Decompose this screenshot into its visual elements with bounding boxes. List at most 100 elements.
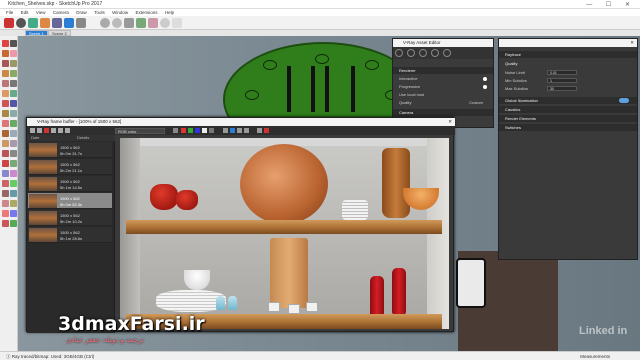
section-plane-icon[interactable]: [2, 200, 9, 207]
color-correction-icon[interactable]: [173, 128, 178, 133]
vray-dome-light-icon[interactable]: [172, 18, 182, 28]
toggle-icon[interactable]: [483, 84, 487, 89]
rendered-image[interactable]: [120, 138, 449, 329]
window-controls[interactable]: — ☐ ✕: [586, 1, 636, 8]
look-around-icon[interactable]: [2, 190, 9, 197]
delete-icon[interactable]: [58, 128, 63, 133]
freehand-icon[interactable]: [10, 60, 17, 67]
gi-toggle[interactable]: [619, 98, 629, 103]
region-render-icon[interactable]: [230, 128, 235, 133]
position-camera-icon[interactable]: [10, 180, 17, 187]
option-quality[interactable]: Quality Custom: [393, 99, 493, 106]
rectangle-tool-icon[interactable]: [40, 18, 50, 28]
orbit-icon[interactable]: [2, 160, 9, 167]
max-subdivs-input[interactable]: 30: [547, 86, 577, 91]
protractor-icon[interactable]: [2, 140, 9, 147]
save-image-icon[interactable]: [30, 128, 35, 133]
scale-icon[interactable]: [2, 120, 9, 127]
3d-text-icon[interactable]: [10, 150, 17, 157]
menu-tools[interactable]: Tools: [94, 9, 105, 16]
compare-icon[interactable]: [51, 128, 56, 133]
history-item[interactable]: 1500 x 562 5h 1m 28.6s: [28, 227, 112, 243]
toggle-icon[interactable]: [483, 76, 487, 81]
section-renderer[interactable]: Renderer: [393, 67, 493, 74]
select-tool-icon[interactable]: [4, 18, 14, 28]
zoom-extents-icon[interactable]: [2, 180, 9, 187]
menu-window[interactable]: Window: [112, 9, 128, 16]
rotate-tool-icon[interactable]: [76, 18, 86, 28]
load-image-icon[interactable]: [37, 128, 42, 133]
menu-help[interactable]: Help: [165, 9, 174, 16]
line-icon[interactable]: [2, 60, 9, 67]
walk-icon[interactable]: [10, 190, 17, 197]
menu-file[interactable]: File: [6, 9, 13, 16]
stop-icon[interactable]: [264, 128, 269, 133]
zoom-window-icon[interactable]: [10, 170, 17, 177]
blue-channel-icon[interactable]: [195, 128, 200, 133]
dimension-icon[interactable]: [10, 130, 17, 137]
history-item[interactable]: 1500 x 562 5h 2m 10.2s: [28, 210, 112, 226]
pencil-tool-icon[interactable]: [28, 18, 38, 28]
measurements-box[interactable]: Measurements: [580, 352, 610, 360]
menu-view[interactable]: View: [36, 9, 46, 16]
history-item[interactable]: 1500 x 562 5h 1m 14.5s: [28, 176, 112, 192]
layout-icon[interactable]: [2, 220, 9, 227]
ab-compare-icon[interactable]: [65, 128, 70, 133]
zoom-icon[interactable]: [2, 170, 9, 177]
channel-select[interactable]: RGB color: [115, 127, 165, 134]
vray-asset-editor-icon[interactable]: [124, 18, 134, 28]
eraser-tool-icon[interactable]: [16, 18, 26, 28]
axes-icon[interactable]: [2, 150, 9, 157]
rotated-rect-icon[interactable]: [10, 70, 17, 77]
pushpull-icon[interactable]: [10, 100, 17, 107]
rotate-icon[interactable]: [2, 110, 9, 117]
materials-icon[interactable]: [395, 49, 403, 57]
move-icon[interactable]: [2, 100, 9, 107]
rectangle-icon[interactable]: [2, 70, 9, 77]
history-item[interactable]: 1500 x 562 5h 2m 21.1s: [28, 159, 112, 175]
pie-icon[interactable]: [10, 90, 17, 97]
component-icon[interactable]: [10, 40, 17, 47]
history-icon[interactable]: [44, 128, 49, 133]
menu-draw[interactable]: Draw: [76, 9, 87, 16]
link-icon[interactable]: [244, 128, 249, 133]
circle-icon[interactable]: [2, 80, 9, 87]
sandbox-icon[interactable]: [10, 200, 17, 207]
followme-icon[interactable]: [10, 110, 17, 117]
vray-interactive-icon[interactable]: [112, 18, 122, 28]
move-tool-icon[interactable]: [64, 18, 74, 28]
section-global-illumination[interactable]: Global Illumination: [499, 97, 637, 104]
polygon-icon[interactable]: [10, 80, 17, 87]
style-icon[interactable]: [10, 220, 17, 227]
history-item[interactable]: 1500 x 562 5h 0m 31.7s: [28, 142, 112, 158]
option-interactive[interactable]: Interactive: [393, 75, 493, 82]
vray-sphere-light-icon[interactable]: [160, 18, 170, 28]
raytrace-header[interactable]: Raytrace: [499, 51, 637, 58]
lens-effects-icon[interactable]: [237, 128, 242, 133]
section-switches[interactable]: Switches: [499, 124, 637, 131]
pan-icon[interactable]: [10, 160, 17, 167]
geometry-icon[interactable]: [419, 49, 427, 57]
arc-icon[interactable]: [2, 90, 9, 97]
select-icon[interactable]: [2, 40, 9, 47]
vray-light-icon[interactable]: [136, 18, 146, 28]
lights-icon[interactable]: [407, 49, 415, 57]
mono-icon[interactable]: [209, 128, 214, 133]
tape-measure-icon[interactable]: [2, 130, 9, 137]
option-progressive[interactable]: Progressive: [393, 83, 493, 90]
eraser-icon[interactable]: [10, 50, 17, 57]
alpha-channel-icon[interactable]: [202, 128, 207, 133]
pushpull-tool-icon[interactable]: [52, 18, 62, 28]
textures-icon[interactable]: [443, 49, 451, 57]
vray-render-icon[interactable]: [100, 18, 110, 28]
close-icon[interactable]: ✕: [630, 39, 634, 47]
menu-extensions[interactable]: Extensions: [136, 9, 158, 16]
extension-icon[interactable]: [10, 210, 17, 217]
section-camera[interactable]: Camera: [393, 109, 493, 116]
green-channel-icon[interactable]: [188, 128, 193, 133]
track-mouse-icon[interactable]: [223, 128, 228, 133]
red-channel-icon[interactable]: [181, 128, 186, 133]
min-subdivs-input[interactable]: 1: [547, 78, 577, 83]
section-caustics[interactable]: Caustics: [499, 106, 637, 113]
history-item-selected[interactable]: 1500 x 562 5h 0m 52.3s: [28, 193, 112, 209]
